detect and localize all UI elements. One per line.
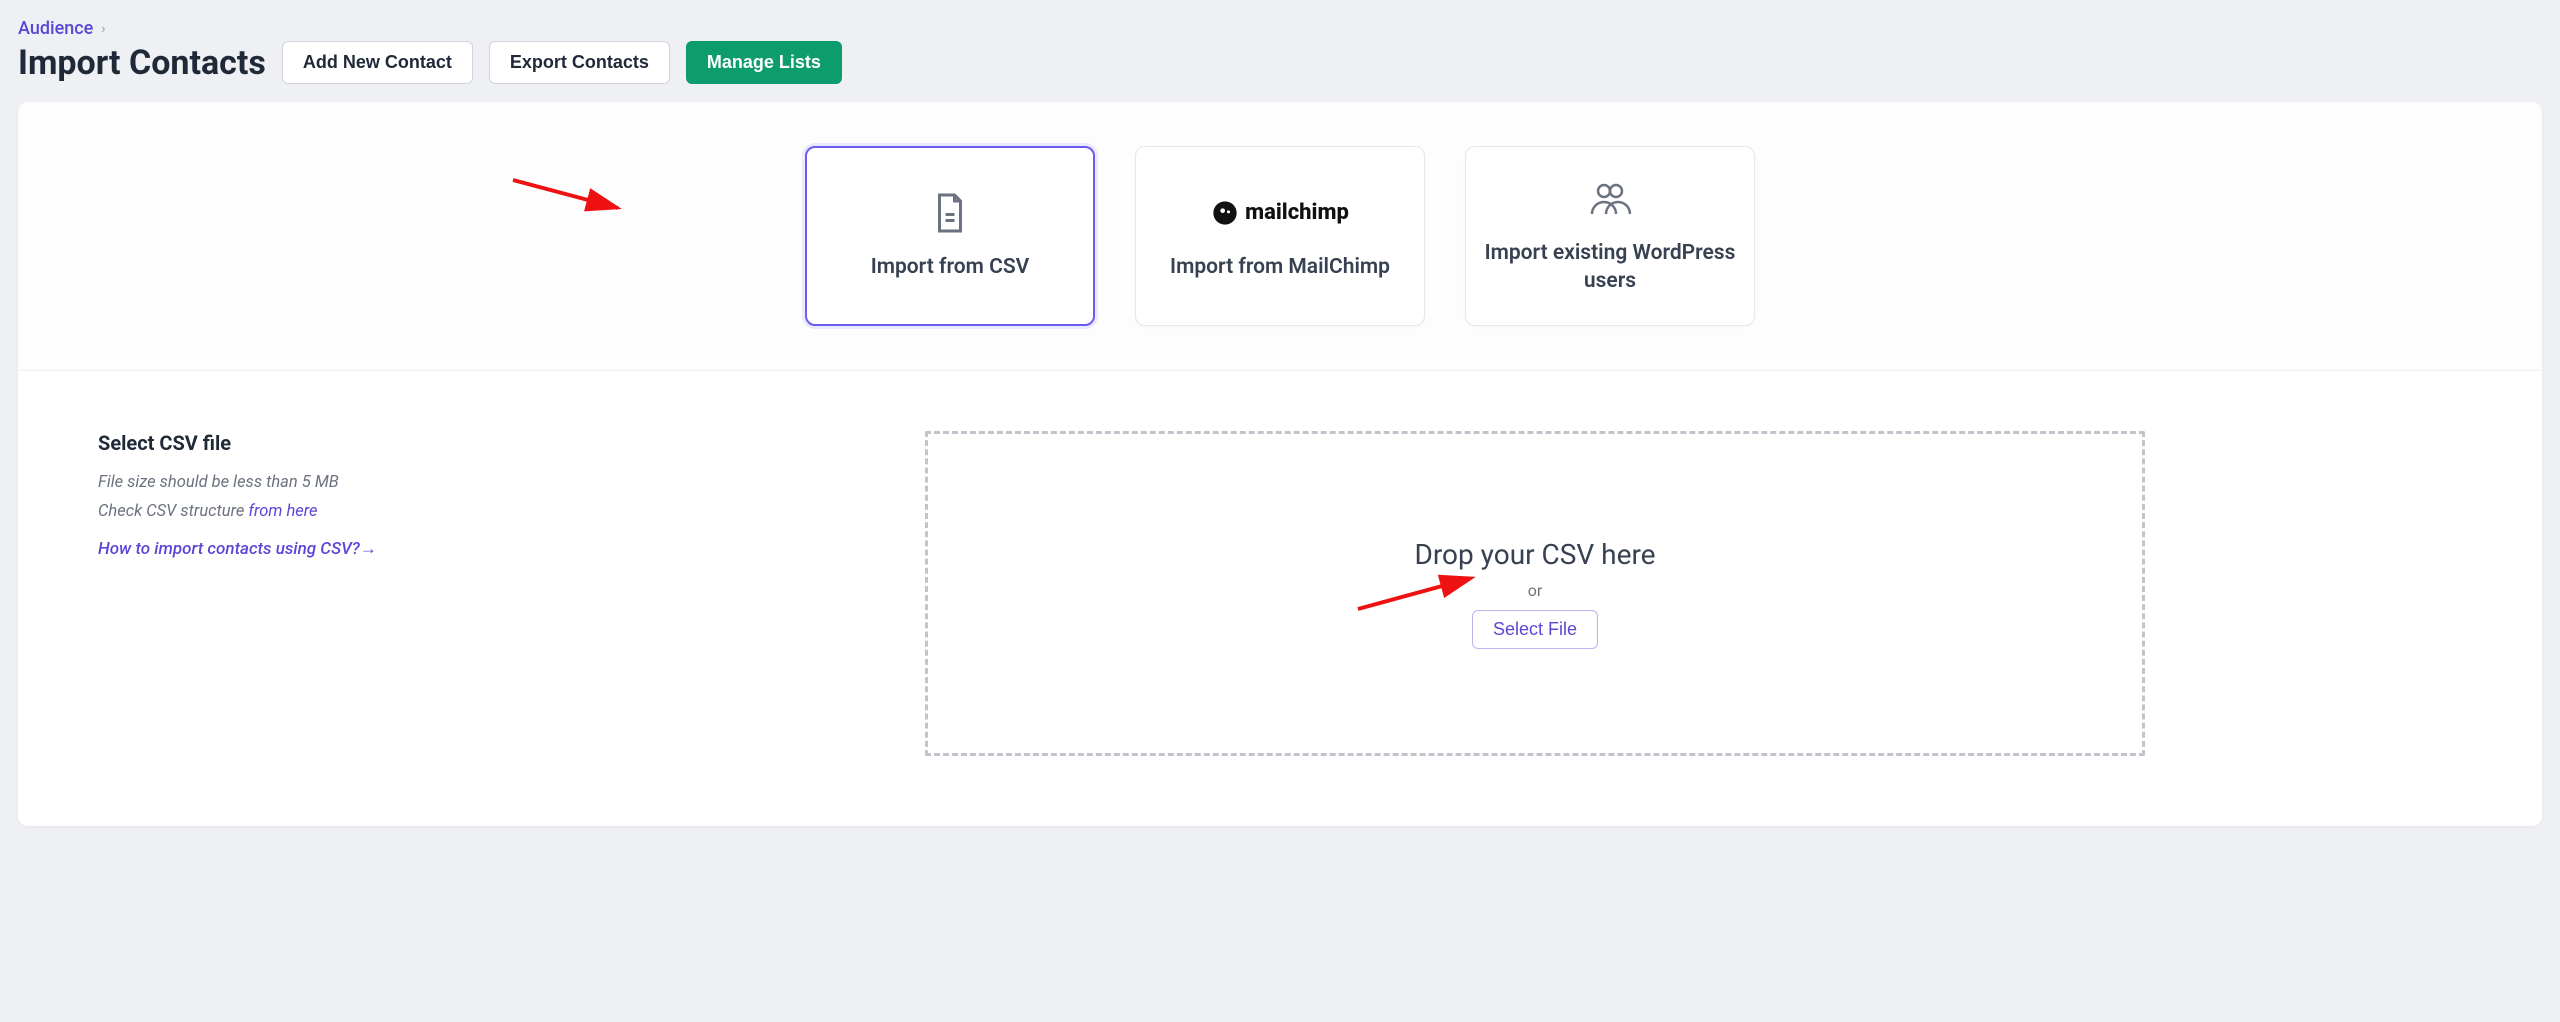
option-label: Import from CSV xyxy=(871,253,1030,281)
csv-structure-hint: Check CSV structure from here xyxy=(98,502,568,521)
csv-dropzone[interactable]: Drop your CSV here or Select File xyxy=(925,431,2145,756)
side-column: Select CSV file File size should be less… xyxy=(98,431,568,756)
manage-lists-button[interactable]: Manage Lists xyxy=(686,41,842,84)
dropzone-title: Drop your CSV here xyxy=(1414,538,1655,571)
breadcrumb-link-audience[interactable]: Audience xyxy=(18,18,93,39)
page-title: Import Contacts xyxy=(18,43,266,83)
users-icon xyxy=(1589,177,1631,221)
how-to-import-link[interactable]: How to import contacts using CSV?→ xyxy=(98,537,568,563)
annotation-arrow-icon xyxy=(508,170,638,220)
lower-section: Select CSV file File size should be less… xyxy=(18,371,2542,826)
option-import-csv[interactable]: Import from CSV xyxy=(805,146,1095,326)
header-row: Import Contacts Add New Contact Export C… xyxy=(18,41,2542,84)
select-csv-title: Select CSV file xyxy=(98,431,568,455)
chevron-right-icon: › xyxy=(101,21,105,37)
file-size-hint: File size should be less than 5 MB xyxy=(98,473,568,492)
select-file-button[interactable]: Select File xyxy=(1472,610,1598,649)
dropzone-wrap: Drop your CSV here or Select File xyxy=(608,431,2462,756)
option-import-mailchimp[interactable]: mailchimp Import from MailChimp xyxy=(1135,146,1425,326)
csv-structure-link[interactable]: from here xyxy=(248,502,317,521)
import-options-row: Import from CSV mailchimp Import from Ma… xyxy=(18,102,2542,371)
export-contacts-button[interactable]: Export Contacts xyxy=(489,41,670,84)
option-import-wordpress-users[interactable]: Import existing WordPress users xyxy=(1465,146,1755,326)
breadcrumb: Audience › xyxy=(18,18,2542,39)
file-icon xyxy=(932,191,968,235)
option-label: Import from MailChimp xyxy=(1170,253,1390,281)
option-label: Import existing WordPress users xyxy=(1484,239,1736,296)
add-new-contact-button[interactable]: Add New Contact xyxy=(282,41,473,84)
dropzone-or: or xyxy=(1528,581,1543,600)
hint-prefix: Check CSV structure xyxy=(98,502,248,521)
mailchimp-logo-icon: mailchimp xyxy=(1211,191,1349,235)
main-panel: Import from CSV mailchimp Import from Ma… xyxy=(18,102,2542,826)
